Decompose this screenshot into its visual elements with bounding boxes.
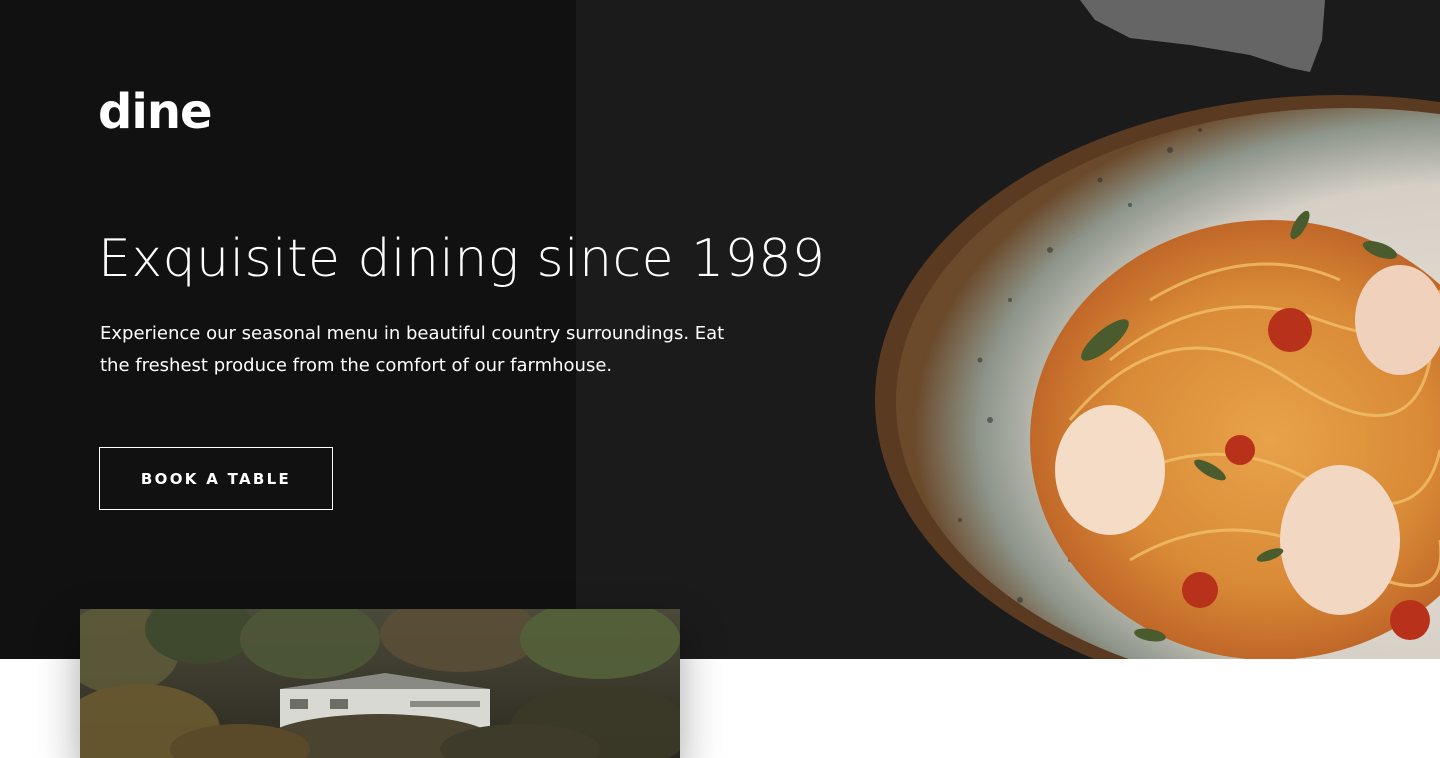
hero-title: Exquisite dining since 1989 xyxy=(98,229,826,289)
hero-description: Experience our seasonal menu in beautifu… xyxy=(100,323,725,376)
farmhouse-in-forest-image xyxy=(80,609,680,758)
book-table-button[interactable]: BOOK A TABLE xyxy=(99,447,333,510)
brand-logo[interactable]: dine xyxy=(98,88,213,136)
pasta-plate-image xyxy=(875,0,1440,659)
hero-section: dine Exquisite dining since 1989 Experie… xyxy=(0,0,1440,659)
